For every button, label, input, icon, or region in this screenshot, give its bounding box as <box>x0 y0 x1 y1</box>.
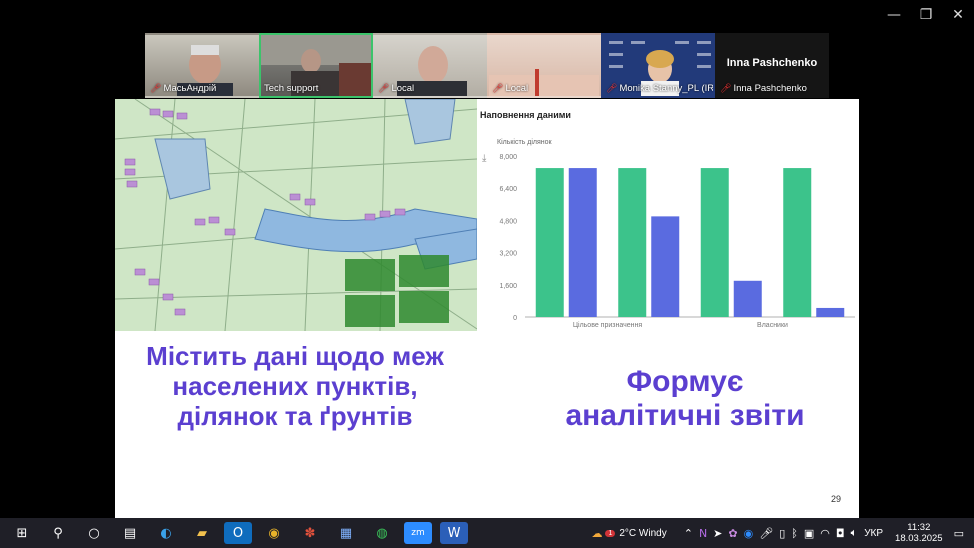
close-button[interactable]: ✕ <box>942 0 974 30</box>
cadastral-map-image <box>115 99 477 331</box>
chart-bar[interactable] <box>568 168 597 317</box>
y-tick-label: 4,800 <box>499 218 517 225</box>
weather-text[interactable]: 2°C Windy <box>619 528 666 539</box>
outlook-icon[interactable]: O <box>224 522 252 544</box>
app-icon[interactable]: ✽ <box>296 522 324 544</box>
y-tick-label: 3,200 <box>499 251 517 258</box>
wifi-icon[interactable]: ◠ <box>820 527 830 540</box>
zoom-icon[interactable]: zm <box>404 522 432 544</box>
participant-tile[interactable]: 🎤︎ Monika Stanny_PL (IR... <box>601 33 715 98</box>
battery-icon[interactable]: ▯ <box>779 527 785 540</box>
camera-icon[interactable]: ◘ <box>836 527 845 540</box>
participant-name: 🎤︎ МасьАндрій <box>150 83 217 94</box>
shared-slide: Наповнення даними Кількість ділянок ⤓ 0 1… <box>115 99 859 518</box>
participant-name-placeholder: Inna Pashchenko <box>726 57 818 69</box>
send-icon[interactable]: ➤ <box>713 527 722 540</box>
muted-mic-icon: 🎤︎ <box>378 83 390 93</box>
system-tray: ☁ 1 2°C Windy ⌃ N ➤ ✿ ◉ 🎤︎ ▯ ᛒ ▣ ◠ ◘ 🔈︎ … <box>588 518 974 548</box>
slide-left-text: Містить дані щодо меж населених пунктів,… <box>146 341 444 431</box>
x-tick-label: Власники <box>757 322 788 329</box>
participant-name: 🎤︎ Monika Stanny_PL (IR... <box>606 83 715 94</box>
chart-bar[interactable] <box>816 307 845 317</box>
download-icon[interactable]: ⤓ <box>482 153 487 164</box>
task-view-icon[interactable]: ▤ <box>116 522 144 544</box>
clock[interactable]: 11:32 18.03.2025 <box>895 522 943 544</box>
muted-mic-icon: 🎤︎ <box>150 83 162 93</box>
participant-name: 🎤︎ Local <box>492 83 529 94</box>
window-controls: — ❐ ✕ <box>878 0 974 30</box>
speaker-icon[interactable]: 🔈︎ <box>851 526 858 540</box>
slide-right-text: Формує аналітичні звіти <box>565 365 805 432</box>
notifications-icon[interactable]: ▭ <box>954 527 964 540</box>
participant-tile[interactable]: 🎤︎ Local <box>487 33 601 98</box>
chart-bar[interactable] <box>733 280 762 317</box>
minimize-button[interactable]: — <box>878 0 910 30</box>
chart-title: Наповнення даними <box>480 110 571 120</box>
cortana-icon[interactable]: ○ <box>80 522 108 544</box>
participant-tile[interactable]: Inna Pashchenko 🎤︎ Inna Pashchenko <box>715 33 829 98</box>
muted-mic-icon: 🎤︎ <box>492 83 504 93</box>
y-tick-label: 8,000 <box>499 154 517 161</box>
weather-badge: 1 <box>605 529 616 537</box>
x-tick-label: Цільове призначення <box>573 321 643 329</box>
zoom-tray-icon[interactable]: ◉ <box>744 527 754 540</box>
participant-name: 🎤︎ Local <box>378 83 415 94</box>
chart-bar[interactable] <box>700 168 729 317</box>
taskbar: ⊞ ⚲ ○ ▤ ◐ ▰ O ◉ ✽ ▦ ◍ zm W ☁ 1 2°C Windy… <box>0 518 974 548</box>
chart-bar[interactable] <box>535 168 564 317</box>
participant-name: Tech support <box>264 83 319 94</box>
language-indicator[interactable]: УКР <box>864 528 883 539</box>
edge-icon[interactable]: ◐ <box>152 522 180 544</box>
bluetooth-icon[interactable]: ᛒ <box>791 527 798 540</box>
app-tray-icon[interactable]: ✿ <box>728 527 737 540</box>
y-tick-label: 6,400 <box>499 186 517 193</box>
search-icon[interactable]: ⚲ <box>44 522 72 544</box>
chart-bar[interactable] <box>618 168 647 317</box>
participant-name: 🎤︎ Inna Pashchenko <box>720 83 807 94</box>
windows-start-icon[interactable]: ⊞ <box>8 522 36 544</box>
y-axis-label: Кількість ділянок <box>497 138 553 146</box>
y-tick-label: 0 <box>513 315 517 322</box>
chevron-up-icon[interactable]: ⌃ <box>684 527 693 540</box>
bar-chart: Наповнення даними Кількість ділянок ⤓ 0 1… <box>477 99 859 331</box>
whatsapp-icon[interactable]: ◍ <box>368 522 396 544</box>
chart-bar[interactable] <box>783 168 812 317</box>
weather-icon[interactable]: ☁ <box>591 527 602 540</box>
participant-tile[interactable]: Tech support <box>259 33 373 98</box>
muted-mic-icon: 🎤︎ <box>720 83 732 93</box>
onenote-icon[interactable]: N <box>699 527 707 540</box>
participant-tile[interactable]: 🎤︎ МасьАндрій <box>145 33 259 98</box>
restore-button[interactable]: ❐ <box>910 0 942 30</box>
slide-page-number: 29 <box>830 494 841 504</box>
store-icon[interactable]: ▦ <box>332 522 360 544</box>
muted-mic-icon: 🎤︎ <box>606 83 618 93</box>
clock-time: 11:32 <box>907 522 931 533</box>
word-icon[interactable]: W <box>440 522 468 544</box>
microphone-icon[interactable]: 🎤︎ <box>759 527 773 540</box>
clock-date: 18.03.2025 <box>895 533 943 544</box>
chrome-icon[interactable]: ◉ <box>260 522 288 544</box>
participant-tile[interactable]: 🎤︎ Local <box>373 33 487 98</box>
participant-strip: 🎤︎ МасьАндрій Tech support 🎤︎ Local 🎤︎ Loca… <box>145 33 830 98</box>
chart-bar[interactable] <box>651 216 680 317</box>
y-tick-label: 1,600 <box>499 283 517 290</box>
file-explorer-icon[interactable]: ▰ <box>188 522 216 544</box>
network-tray-icon[interactable]: ▣ <box>804 527 814 540</box>
